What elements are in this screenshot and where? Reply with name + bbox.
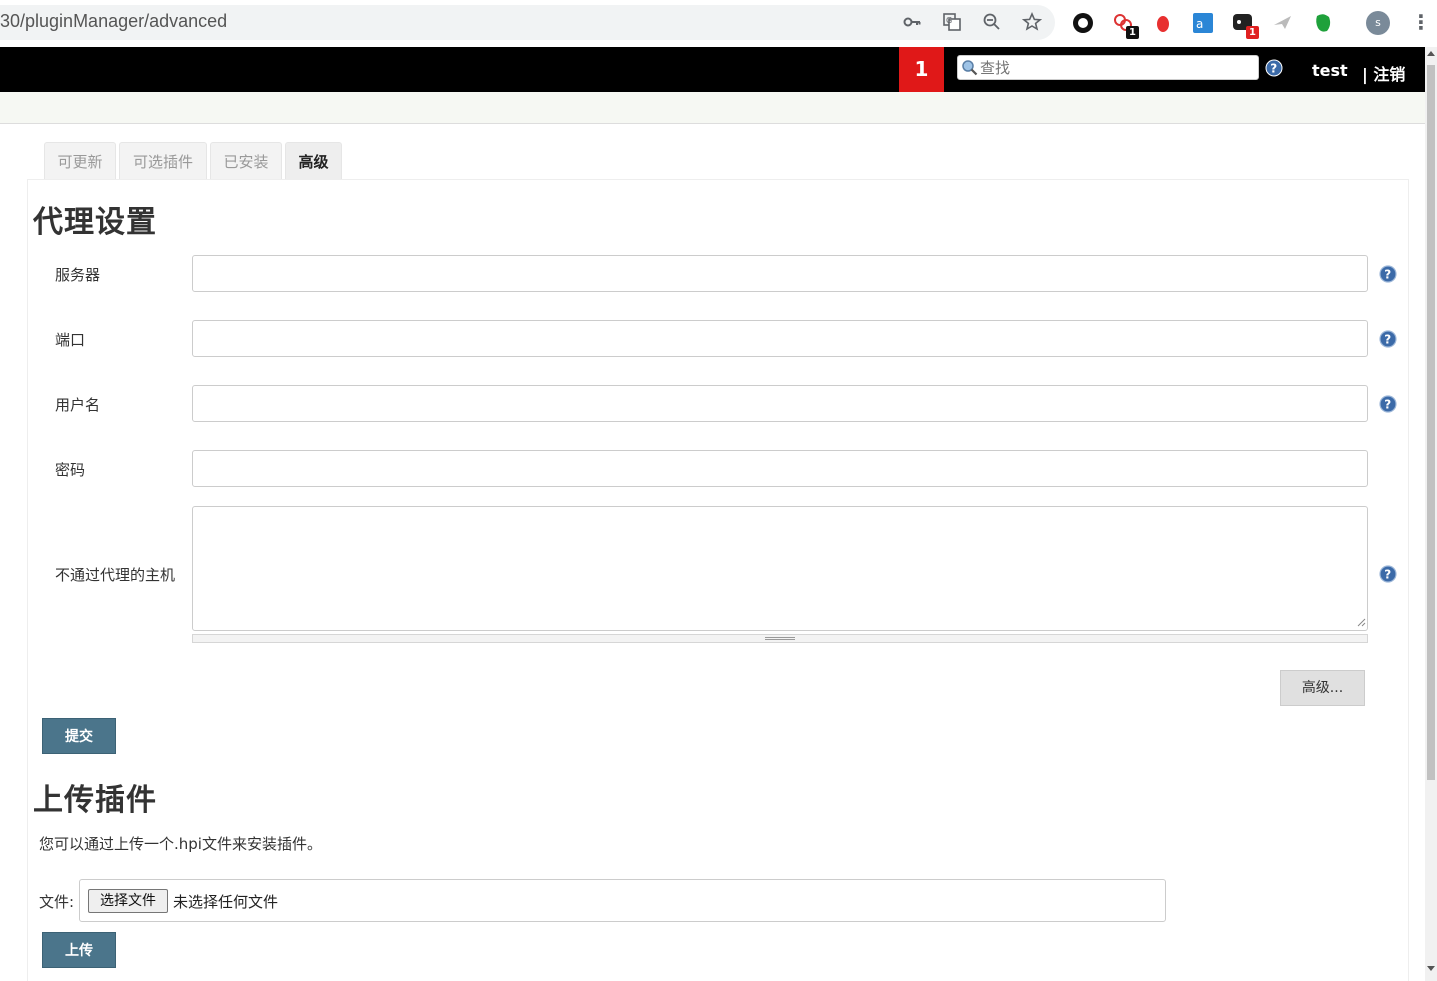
- extension-badge: 1: [1246, 26, 1259, 39]
- scroll-up-arrow[interactable]: [1427, 51, 1435, 56]
- username-input[interactable]: [192, 385, 1368, 422]
- svg-text:?: ?: [1384, 398, 1391, 412]
- upload-button[interactable]: 上传: [42, 932, 116, 968]
- file-input[interactable]: 选择文件 未选择任何文件: [79, 879, 1166, 922]
- scroll-thumb[interactable]: [1427, 65, 1435, 780]
- port-input[interactable]: [192, 320, 1368, 357]
- extension-link-icon[interactable]: 1: [1111, 11, 1139, 39]
- username-help-icon[interactable]: ?: [1379, 395, 1397, 413]
- file-status-text: 未选择任何文件: [173, 893, 279, 911]
- app-header: 1 ? test | 注销: [0, 47, 1425, 92]
- svg-text:?: ?: [1270, 62, 1277, 76]
- textarea-expand-handle[interactable]: [192, 634, 1368, 643]
- browser-menu-icon[interactable]: ⋮: [1411, 10, 1431, 34]
- svg-text:G: G: [946, 16, 952, 25]
- browser-toolbar: 30/pluginManager/advanced G 1 a 1 s ⋮: [0, 0, 1437, 46]
- username-label: 用户名: [55, 396, 101, 414]
- resize-grip-icon[interactable]: [1357, 618, 1366, 627]
- search-input[interactable]: [980, 56, 1255, 79]
- notification-badge[interactable]: 1: [899, 47, 944, 92]
- scrollbar[interactable]: [1425, 47, 1437, 981]
- extension-drop-icon[interactable]: [1151, 11, 1175, 35]
- key-icon[interactable]: [901, 12, 923, 34]
- url-text[interactable]: 30/pluginManager/advanced: [0, 11, 227, 32]
- extension-circle-icon[interactable]: [1071, 11, 1095, 35]
- file-label: 文件:: [39, 893, 75, 911]
- no-proxy-host-textarea[interactable]: [192, 506, 1368, 631]
- server-help-icon[interactable]: ?: [1379, 265, 1397, 283]
- extension-bird-icon[interactable]: [1271, 11, 1295, 35]
- no-proxy-host-help-icon[interactable]: ?: [1379, 565, 1397, 583]
- search-box[interactable]: [957, 55, 1259, 80]
- port-help-icon[interactable]: ?: [1379, 330, 1397, 348]
- tab-updates[interactable]: 可更新: [44, 142, 116, 180]
- tab-available[interactable]: 可选插件: [119, 142, 207, 180]
- upload-description: 您可以通过上传一个.hpi文件来安装插件。: [39, 835, 322, 853]
- upload-plugin-title: 上传插件: [33, 783, 157, 818]
- extension-translate-icon[interactable]: a: [1191, 11, 1215, 35]
- advanced-button[interactable]: 高级...: [1280, 670, 1365, 706]
- profile-avatar[interactable]: s: [1366, 11, 1390, 35]
- zoom-out-icon[interactable]: [981, 12, 1003, 34]
- password-input[interactable]: [192, 450, 1368, 487]
- svg-text:a: a: [1196, 17, 1203, 31]
- logout-link[interactable]: | 注销: [1362, 61, 1405, 85]
- translate-icon[interactable]: G: [941, 12, 963, 34]
- evernote-icon[interactable]: [1311, 11, 1335, 35]
- breadcrumb-bar: [0, 92, 1425, 124]
- port-label: 端口: [55, 331, 86, 349]
- svg-text:?: ?: [1384, 568, 1391, 582]
- search-icon: [962, 60, 978, 76]
- submit-button[interactable]: 提交: [42, 718, 116, 754]
- scroll-down-arrow[interactable]: [1427, 966, 1435, 971]
- password-label: 密码: [55, 461, 86, 479]
- handle-grip-icon: [765, 637, 795, 640]
- user-link[interactable]: test: [1312, 61, 1348, 80]
- tab-installed[interactable]: 已安装: [210, 142, 282, 180]
- svg-text:?: ?: [1384, 333, 1391, 347]
- proxy-settings-title: 代理设置: [33, 205, 157, 240]
- choose-file-button[interactable]: 选择文件: [88, 889, 168, 913]
- svg-text:?: ?: [1384, 268, 1391, 282]
- tab-advanced[interactable]: 高级: [285, 142, 342, 180]
- bookmark-star-icon[interactable]: [1021, 12, 1043, 34]
- no-proxy-host-label: 不通过代理的主机: [55, 566, 176, 584]
- extension-badge: 1: [1126, 26, 1139, 39]
- help-icon[interactable]: ?: [1265, 59, 1283, 77]
- extension-chat-icon[interactable]: 1: [1231, 11, 1259, 39]
- server-label: 服务器: [55, 266, 101, 284]
- server-input[interactable]: [192, 255, 1368, 292]
